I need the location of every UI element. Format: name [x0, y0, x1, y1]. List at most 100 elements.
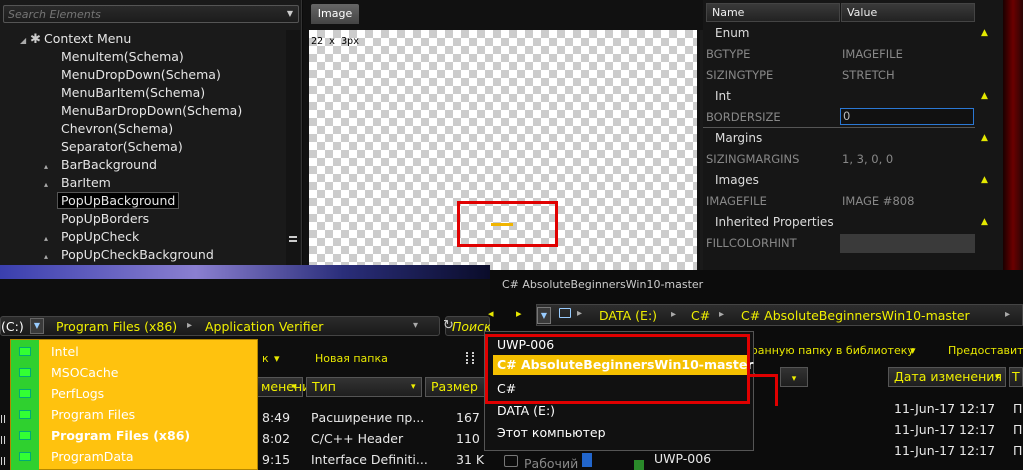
dropdown-item[interactable]: PerfLogs	[11, 383, 259, 404]
dropdown-item-label: Intel	[51, 344, 79, 359]
dropdown-item[interactable]: ProgramData	[11, 446, 259, 467]
file-name[interactable]: UWP-006	[654, 451, 711, 466]
chevron-right-icon[interactable]: ▸	[577, 308, 582, 319]
dropdown-item[interactable]: Program Files (x86)	[11, 425, 259, 446]
include-in-library-button[interactable]: бранную папку в библиотеку	[744, 344, 914, 357]
column-header-name[interactable]: Name	[706, 3, 840, 22]
element-tree: ◢ ✱ Context Menu MenuItem(Schema) MenuDropDo…	[0, 30, 285, 270]
toolbar-partial-item[interactable]: к	[262, 352, 269, 365]
search-elements-input[interactable]	[8, 6, 278, 22]
back-icon[interactable]: ◂	[488, 307, 494, 320]
collapse-icon[interactable]: ▲	[981, 23, 988, 44]
address-bar[interactable]: (C:) ▼ Program Files (x86) ▸ Application…	[0, 316, 440, 336]
property-group[interactable]: Int ▲	[703, 86, 988, 107]
tree-item[interactable]: PopUpBackground	[57, 192, 180, 210]
chevron-down-icon[interactable]: ▼	[285, 9, 295, 19]
chevron-down-icon[interactable]: ▾	[910, 344, 916, 357]
folder-icon	[19, 410, 31, 419]
property-grid: Name Value Enum ▲ BGTYPE IMAGEFILE SIZINGTYP…	[703, 0, 1003, 270]
tree-item[interactable]: MenuBarItem(Schema)	[61, 84, 205, 102]
forward-icon[interactable]: ▸	[516, 307, 522, 320]
dropdown-item[interactable]: Этот компьютер	[497, 425, 606, 440]
tree-item[interactable]: ▴ BarItem	[44, 174, 111, 192]
chevron-right-icon[interactable]: ▸	[187, 320, 192, 331]
collapse-icon[interactable]: ▲	[981, 86, 988, 107]
breadcrumb-drive[interactable]: (C:)	[1, 319, 24, 334]
file-type: C/C++ Header	[311, 431, 404, 446]
chevron-down-icon[interactable]: ▼	[30, 318, 44, 334]
chevron-down-icon[interactable]: ▼	[537, 307, 551, 324]
expander-icon[interactable]: ▴	[44, 248, 61, 266]
image-preview-panel: Image 22 x 3px	[303, 0, 703, 270]
chevron-down-icon[interactable]: ▾	[274, 352, 280, 365]
column-header-type[interactable]: Тип ▾	[306, 377, 422, 397]
property-value: 1, 3, 0, 0	[842, 152, 894, 166]
property-row[interactable]: BORDERSIZE 0	[703, 107, 975, 128]
chevron-down-icon[interactable]: ▾	[413, 320, 418, 331]
address-bar[interactable]: ▼ ▸ DATA (E:) ▸ C# ▸ C# AbsoluteBeginner…	[536, 304, 1023, 326]
column-header-type[interactable]: Т	[1009, 367, 1023, 387]
image-size-label: 22 x 3px	[311, 36, 360, 47]
collapse-icon[interactable]: ▲	[981, 170, 988, 191]
new-folder-button[interactable]: Новая папка	[315, 352, 388, 365]
chevron-right-icon[interactable]: ▸	[1005, 309, 1010, 320]
breadcrumb-item[interactable]: DATA (E:)	[599, 308, 657, 323]
desktop-wallpaper-edge	[1003, 0, 1023, 270]
property-row[interactable]: SIZINGMARGINS 1, 3, 0, 0	[703, 149, 975, 170]
file-time: 8:49	[262, 410, 291, 425]
column-header-size[interactable]: Размер	[425, 377, 490, 397]
property-value-input[interactable]: 0	[840, 108, 974, 125]
column-header-date[interactable]: Дата изменения ▾	[888, 367, 1006, 387]
breadcrumb-item[interactable]: C#	[691, 308, 710, 323]
share-button[interactable]: Предоставить	[948, 344, 1023, 357]
sidebar-item-desktop[interactable]: Рабочий	[524, 456, 578, 470]
refresh-icon[interactable]: ↻	[443, 318, 454, 333]
tree-item[interactable]: MenuDropDown(Schema)	[61, 66, 221, 84]
property-group[interactable]: Inherited Properties ▲	[703, 212, 988, 233]
dropdown-item-label: Program Files	[51, 407, 136, 422]
property-row[interactable]: SIZINGTYPE STRETCH	[703, 65, 975, 86]
tree-item[interactable]: MenuItem(Schema)	[61, 48, 184, 66]
column-header-name-dropdown[interactable]: ▾	[780, 367, 808, 387]
file-type: П	[1013, 401, 1023, 416]
tree-scrollbar[interactable]	[286, 30, 300, 270]
property-name: IMAGEFILE	[706, 194, 767, 208]
tree-item[interactable]: ▴ PopUpCheckBackground	[44, 246, 214, 264]
tree-item[interactable]: ◢ ✱ Context Menu	[20, 30, 131, 48]
folder-icon	[19, 347, 31, 356]
property-group[interactable]: Images ▲	[703, 170, 988, 191]
breadcrumb-item[interactable]: C# AbsoluteBeginnersWin10-master	[741, 308, 970, 323]
property-group-label: Enum	[715, 26, 750, 40]
property-group[interactable]: Margins ▲	[703, 128, 988, 149]
breadcrumb-item[interactable]: Program Files (x86)	[56, 319, 177, 334]
property-group[interactable]: Enum ▲	[703, 23, 988, 44]
tree-item[interactable]: Separator(Schema)	[61, 138, 183, 156]
tree-item[interactable]: PopUpBorders	[61, 210, 149, 228]
search-elements-box[interactable]: ▼	[3, 5, 299, 23]
dropdown-item[interactable]: DATA (E:)	[497, 403, 555, 418]
tab-image[interactable]: Image	[311, 4, 359, 24]
property-row[interactable]: IMAGEFILE IMAGE #808	[703, 191, 975, 212]
highlight-box	[457, 201, 558, 247]
property-row[interactable]: BGTYPE IMAGEFILE	[703, 44, 975, 65]
collapse-icon[interactable]: ▲	[981, 212, 988, 233]
tree-item[interactable]: MenuBarDropDown(Schema)	[61, 102, 242, 120]
explorer-window-right: C# AbsoluteBeginnersWin10-master ◂ ▸ ▼ ▸…	[484, 270, 1023, 470]
tree-item-label: BarItem	[61, 175, 111, 190]
tree-item[interactable]: Chevron(Schema)	[61, 120, 173, 138]
collapse-icon[interactable]: ▲	[981, 128, 988, 149]
tree-item[interactable]: ▴ BarBackground	[44, 156, 157, 174]
chevron-right-icon[interactable]: ▸	[719, 309, 724, 320]
dropdown-item[interactable]: Intel	[11, 341, 259, 362]
tree-item[interactable]: ▴ PopUpCheck	[44, 228, 139, 246]
scroll-grip-icon[interactable]	[289, 236, 297, 242]
breadcrumb-item[interactable]: Application Verifier	[205, 319, 323, 334]
dropdown-item[interactable]: Program Files	[11, 404, 259, 425]
property-row[interactable]: FILLCOLORHINT	[703, 233, 975, 254]
chevron-right-icon[interactable]: ▸	[671, 309, 676, 320]
view-options-icon[interactable]	[466, 352, 474, 364]
expander-icon[interactable]: ◢	[20, 32, 30, 50]
dropdown-item[interactable]: MSOCache	[11, 362, 259, 383]
column-header-date[interactable]: менения ▾	[255, 377, 318, 397]
column-header-value[interactable]: Value	[841, 3, 975, 22]
